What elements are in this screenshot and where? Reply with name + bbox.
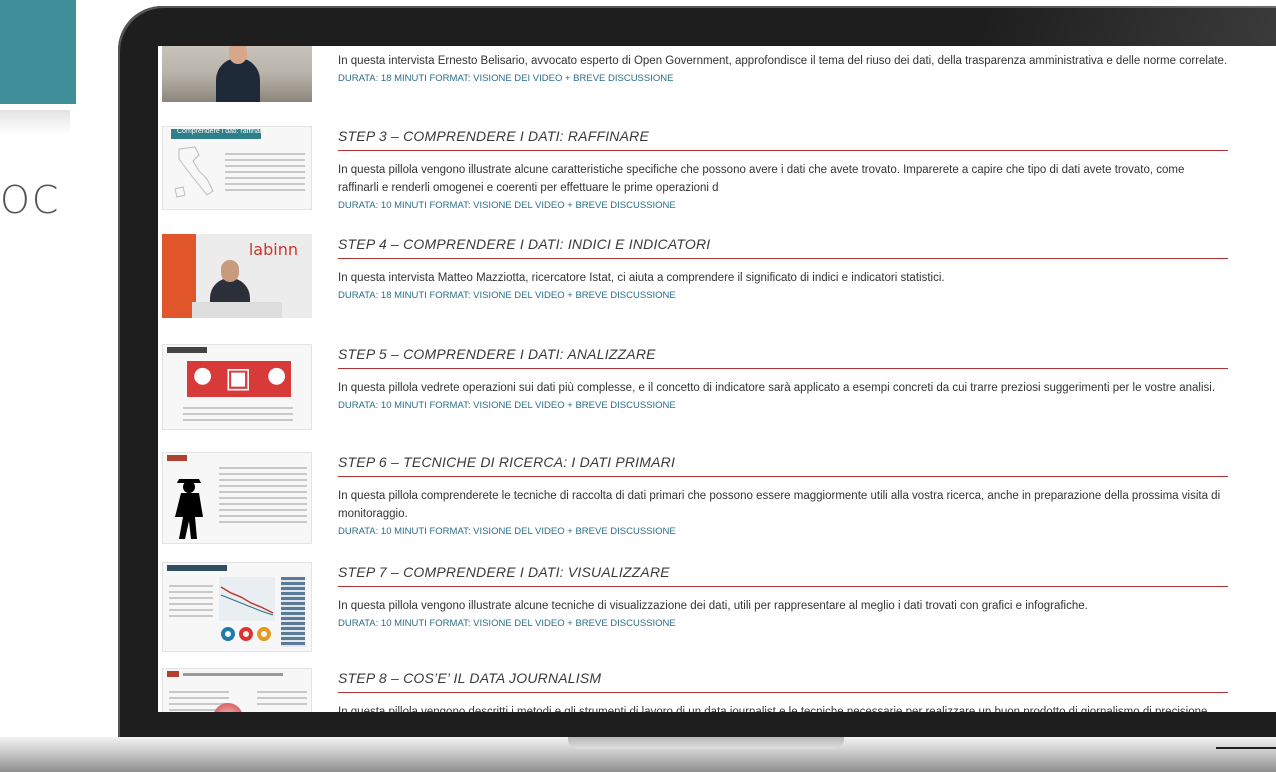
step-meta: DURATA: 18 MINUTI FORMAT: VISIONE DEI VI… [338,73,674,84]
side-label: OC [0,178,61,222]
step-title[interactable]: STEP 8 – COS’E’ IL DATA JOURNALISM [338,670,1228,693]
speaker-figure [216,58,260,102]
laptop-base-notch [568,737,844,749]
step-title[interactable]: STEP 3 – COMPRENDERE I DATI: RAFFINARE [338,128,1228,151]
studio-orange-panel [162,234,196,318]
slide-text-lines [169,581,213,621]
italy-map-icon [174,146,214,198]
person-icon: ● [267,363,287,388]
labinn-logo: labinn [248,240,298,259]
donut-chart-icon [239,627,253,641]
step-description: In questa intervista Matteo Mazziotta, r… [338,272,945,284]
teal-decor-shadow [0,110,70,134]
step-meta: DURATA: 10 MINUTI FORMAT: VISIONE DEL VI… [338,200,676,211]
slide-text-lines [219,463,307,527]
step-description: In questa pillola vedrete operazioni sui… [338,382,1216,394]
laptop-screen: In questa intervista Ernesto Belisario, … [158,46,1276,712]
speaker-head [229,46,247,64]
step-description: In questa pillola vengono illustrate alc… [338,164,1185,194]
teal-decor-block [0,0,76,104]
step-title[interactable]: STEP 7 – COMPRENDERE I DATI: VISUALIZZAR… [338,564,1228,587]
step-meta: DURATA: 10 MINUTI FORMAT: VISIONE DEL VI… [338,526,676,537]
detective-icon [175,479,203,539]
slide-text-lines [183,403,293,425]
video-thumbnail[interactable] [162,46,312,102]
bar-infographic [281,577,305,647]
step-description: In questa pillola vengono descritti i me… [338,706,1211,712]
step-description: In questa intervista Ernesto Belisario, … [338,55,1228,67]
line-chart-icon [220,586,274,616]
slide-thumbnail[interactable] [162,452,312,544]
slide-header-bar [167,455,187,461]
slide-header-bar [167,347,207,353]
slide-header-bar [167,671,179,677]
speaker-head [221,260,239,282]
studio-desk [192,302,282,318]
slide-heading-line [183,673,283,676]
step-title[interactable]: STEP 6 – TECNICHE DI RICERCA: I DATI PRI… [338,454,1228,477]
step-title[interactable]: STEP 4 – COMPRENDERE I DATI: INDICI E IN… [338,236,1228,259]
presentation-icon: ▣ [225,361,252,394]
person-icon: ● [193,363,213,388]
slide-thumbnail[interactable]: Comprendere i dati: raffinare [162,126,312,210]
slide-thumbnail[interactable] [162,562,312,652]
slide-text-lines [257,687,307,709]
laptop-base-line [1216,747,1276,749]
mini-chart [219,577,275,621]
slide-thumbnail[interactable]: ▣ ● ● [162,344,312,430]
step-description: In questa pillola comprenderete le tecni… [338,490,1221,520]
slide-heading: Comprendere i dati: raffinare [177,128,266,135]
step-meta: DURATA: 10 MINUTI FORMAT: VISIONE DEL VI… [338,618,676,629]
step-title[interactable]: STEP 5 – COMPRENDERE I DATI: ANALIZZARE [338,346,1228,369]
video-thumbnail[interactable]: labinn [162,234,312,318]
donut-chart-icon [257,627,271,641]
slide-header-bar [167,565,227,571]
step-meta: DURATA: 18 MINUTI FORMAT: VISIONE DEL VI… [338,290,676,301]
donut-chart-icon [221,627,235,641]
step-meta: DURATA: 10 MINUTI FORMAT: VISIONE DEL VI… [338,400,676,411]
step-description: In questa pillola vengono illustrate alc… [338,600,1088,612]
slide-text-lines [225,149,305,195]
slide-thumbnail[interactable] [162,668,312,712]
